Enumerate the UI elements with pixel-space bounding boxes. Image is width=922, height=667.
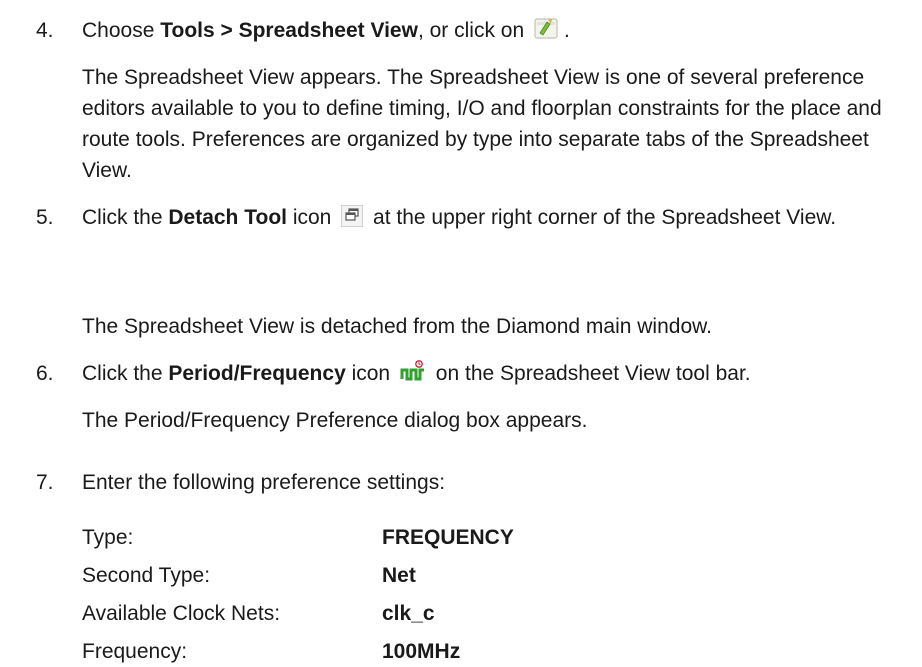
- step-5: 5. Click the Detach Tool icon at the upp…: [36, 202, 916, 236]
- tool-name: Detach Tool: [168, 206, 287, 229]
- step-instruction: Choose Tools > Spreadsheet View, or clic…: [82, 15, 916, 49]
- step-number: 4.: [36, 19, 54, 42]
- setting-value: FREQUENCY: [382, 526, 514, 549]
- period-frequency-icon: [400, 359, 426, 392]
- step-7: 7. Enter the following preference settin…: [36, 467, 916, 498]
- step-instruction: Click the Period/Frequency icon on the S…: [82, 358, 916, 392]
- step-4: 4. Choose Tools > Spreadsheet View, or c…: [36, 15, 916, 49]
- step-6: 6. Click the Period/Frequency icon on th…: [36, 358, 916, 392]
- setting-label: Type:: [82, 526, 134, 549]
- setting-label: Available Clock Nets:: [82, 602, 281, 625]
- tool-name: Period/Frequency: [168, 362, 346, 385]
- setting-row-type: Type: FREQUENCY: [82, 522, 782, 553]
- setting-value: 100MHz: [382, 640, 461, 663]
- detach-tool-icon: [341, 205, 364, 236]
- step-number: 6.: [36, 362, 54, 385]
- document-page: 4. Choose Tools > Spreadsheet View, or c…: [0, 0, 922, 663]
- spreadsheet-view-icon: [534, 16, 560, 49]
- setting-label: Frequency:: [82, 640, 188, 663]
- setting-row-second-type: Second Type: Net: [82, 560, 782, 591]
- step-6-result: The Period/Frequency Preference dialog b…: [82, 409, 588, 432]
- step-4-result: The Spreadsheet View appears. The Spread…: [82, 66, 882, 182]
- setting-row-frequency: Frequency: 100MHz: [82, 636, 782, 667]
- setting-value: Net: [382, 564, 416, 587]
- step-instruction: Enter the following preference settings:: [82, 471, 446, 494]
- setting-label: Second Type:: [82, 564, 211, 587]
- step-5-result: The Spreadsheet View is detached from th…: [82, 315, 712, 338]
- setting-value: clk_c: [382, 602, 435, 625]
- menu-path: Tools > Spreadsheet View: [160, 19, 418, 42]
- step-instruction: Click the Detach Tool icon at the upper …: [82, 202, 916, 236]
- step-number: 7.: [36, 471, 54, 494]
- step-number: 5.: [36, 206, 54, 229]
- setting-row-clock-nets: Available Clock Nets: clk_c: [82, 598, 782, 629]
